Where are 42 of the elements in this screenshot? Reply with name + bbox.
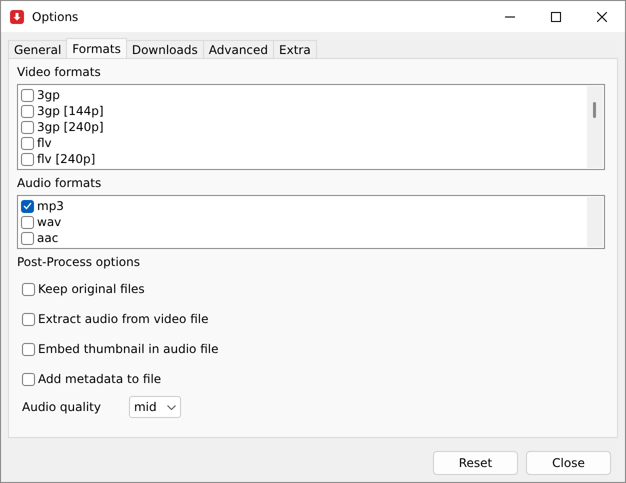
checkbox[interactable] [21, 200, 34, 212]
checkbox[interactable] [21, 216, 34, 228]
quality-dropdown[interactable]: mid [128, 396, 181, 418]
section-label: Video formats [17, 65, 102, 79]
checkbox-label: Extract audio from video file [38, 312, 208, 326]
section-label: Audio formats [17, 176, 102, 190]
tab[interactable]: General [8, 40, 68, 58]
dialog-button[interactable]: Reset [433, 451, 518, 475]
checkbox-label: 3gp [240p] [37, 120, 104, 134]
checkbox[interactable] [22, 282, 35, 296]
chevron-down-icon [166, 404, 176, 410]
field-label: Audio quality [22, 400, 101, 414]
close-icon [597, 12, 607, 22]
tab[interactable]: Formats [66, 38, 127, 58]
checkbox-label: Embed thumbnail in audio file [38, 342, 218, 356]
scrollbar[interactable] [587, 86, 603, 168]
checkbox-label: aac [37, 231, 58, 245]
checkbox[interactable] [21, 104, 34, 118]
checkbox[interactable] [21, 88, 34, 102]
checkbox-label: Keep original files [38, 282, 145, 296]
dialog-button[interactable]: Close [526, 451, 611, 475]
section-label: Post-Process options [17, 255, 141, 269]
maximize-icon [551, 12, 561, 22]
checkbox[interactable] [21, 120, 34, 134]
checkbox[interactable] [21, 232, 34, 244]
checkbox[interactable] [21, 152, 34, 166]
scrollbar-thumb[interactable] [593, 102, 596, 118]
app-logo-icon [10, 10, 24, 24]
window-title: Options [32, 10, 80, 24]
checkbox-label: 3gp [37, 88, 60, 102]
scrollbar[interactable] [587, 197, 603, 247]
checkbox-label: flv [240p] [37, 152, 96, 166]
checkbox-label: 3gp [144p] [37, 104, 104, 118]
checkbox-label: wav [37, 215, 62, 229]
checkbox[interactable] [22, 342, 35, 356]
checkbox-label: mp3 [37, 199, 64, 213]
checkbox[interactable] [21, 136, 34, 150]
checkbox-label: flv [37, 136, 52, 150]
tab[interactable]: Extra [273, 40, 317, 58]
checkbox-label: Add metadata to file [38, 372, 162, 386]
checkbox[interactable] [22, 312, 35, 326]
checkbox[interactable] [22, 372, 35, 386]
